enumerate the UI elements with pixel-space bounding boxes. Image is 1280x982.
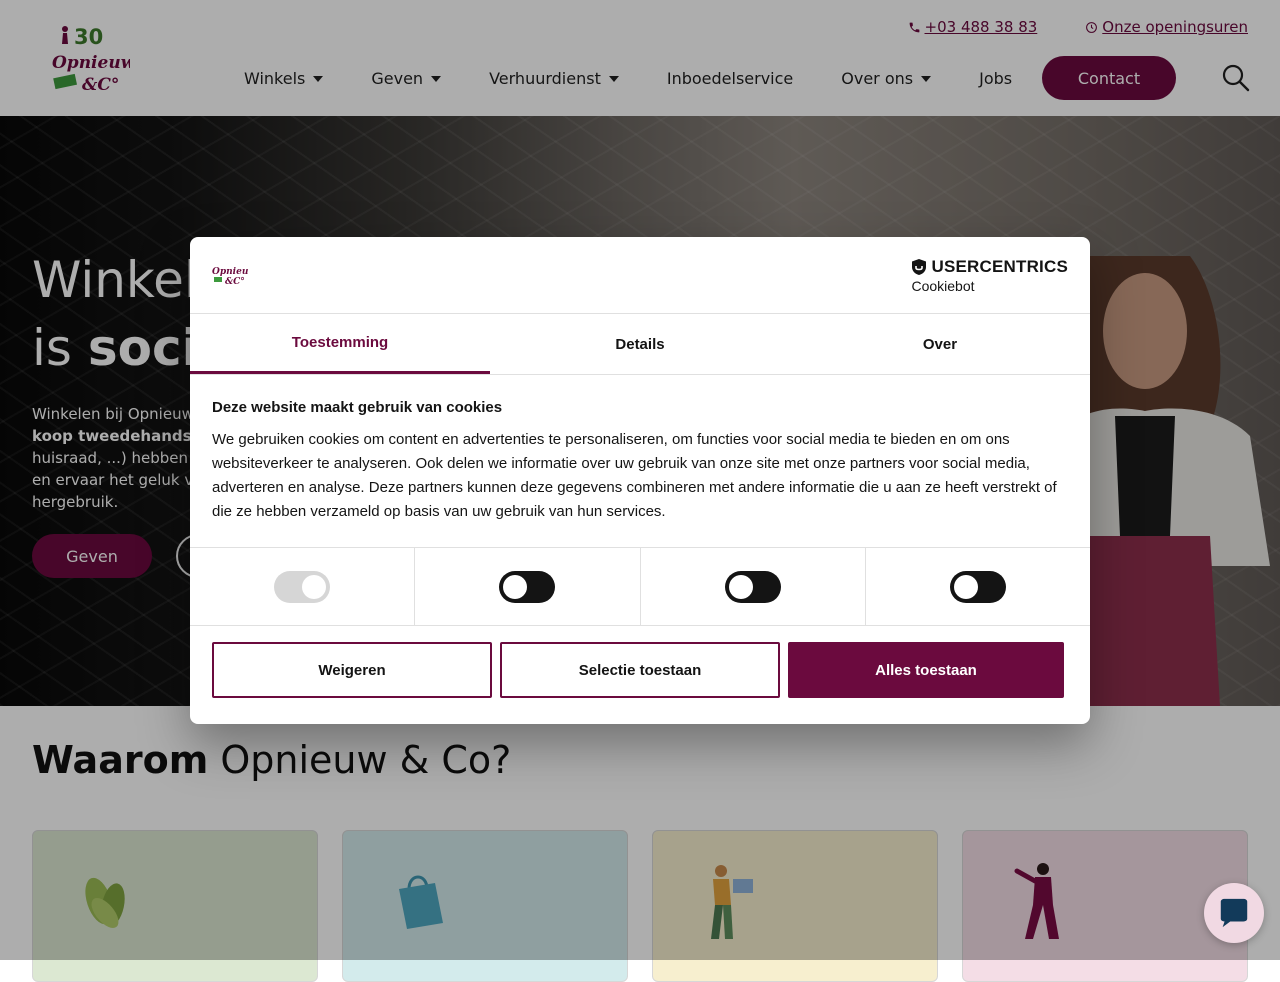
cookie-consent-dialog: Opnieuw &C° USERCENTRICS Cookiebot Toest…	[190, 237, 1090, 724]
toggle-knob	[302, 574, 327, 599]
consent-toggles	[190, 547, 1090, 626]
deny-button[interactable]: Weigeren	[212, 642, 492, 698]
toggle-cell-preferences	[415, 548, 641, 625]
toggle-marketing[interactable]	[949, 570, 1006, 603]
svg-text:&C°: &C°	[225, 277, 245, 287]
toggle-preferences[interactable]	[499, 570, 556, 603]
chat-bubble-icon	[1220, 898, 1248, 928]
dialog-tabs: Toestemming Details Over	[190, 314, 1090, 375]
tab-over[interactable]: Over	[790, 314, 1090, 374]
toggle-cell-statistics	[641, 548, 866, 625]
toggle-cell-marketing	[866, 548, 1090, 625]
tab-toestemming[interactable]: Toestemming	[190, 314, 490, 374]
toggle-knob	[728, 574, 753, 599]
toggle-knob	[503, 574, 528, 599]
shield-icon	[912, 259, 927, 275]
toggle-statistics[interactable]	[724, 570, 781, 603]
dialog-actions: Weigeren Selectie toestaan Alles toestaa…	[190, 626, 1090, 698]
dialog-header: Opnieuw &C° USERCENTRICS Cookiebot	[190, 237, 1090, 314]
svg-text:Opnieuw: Opnieuw	[212, 267, 248, 277]
site-logo-small: Opnieuw &C°	[212, 267, 248, 287]
toggle-necessary	[274, 570, 331, 603]
allow-selection-button[interactable]: Selectie toestaan	[500, 642, 780, 698]
toggle-cell-necessary	[190, 548, 416, 625]
dialog-text: We gebruiken cookies om content en adver…	[212, 431, 1057, 520]
usercentrics-name: USERCENTRICS	[931, 257, 1068, 276]
usercentrics-logo[interactable]: USERCENTRICS Cookiebot	[911, 257, 1068, 294]
allow-all-button[interactable]: Alles toestaan	[788, 642, 1064, 698]
chat-button[interactable]	[1204, 883, 1264, 943]
toggle-knob	[953, 574, 978, 599]
tab-details[interactable]: Details	[490, 314, 790, 374]
dialog-heading: Deze website maakt gebruik van cookies	[212, 399, 503, 416]
dialog-body: Deze website maakt gebruik van cookies W…	[190, 375, 1090, 547]
cookiebot-label: Cookiebot	[911, 278, 975, 294]
